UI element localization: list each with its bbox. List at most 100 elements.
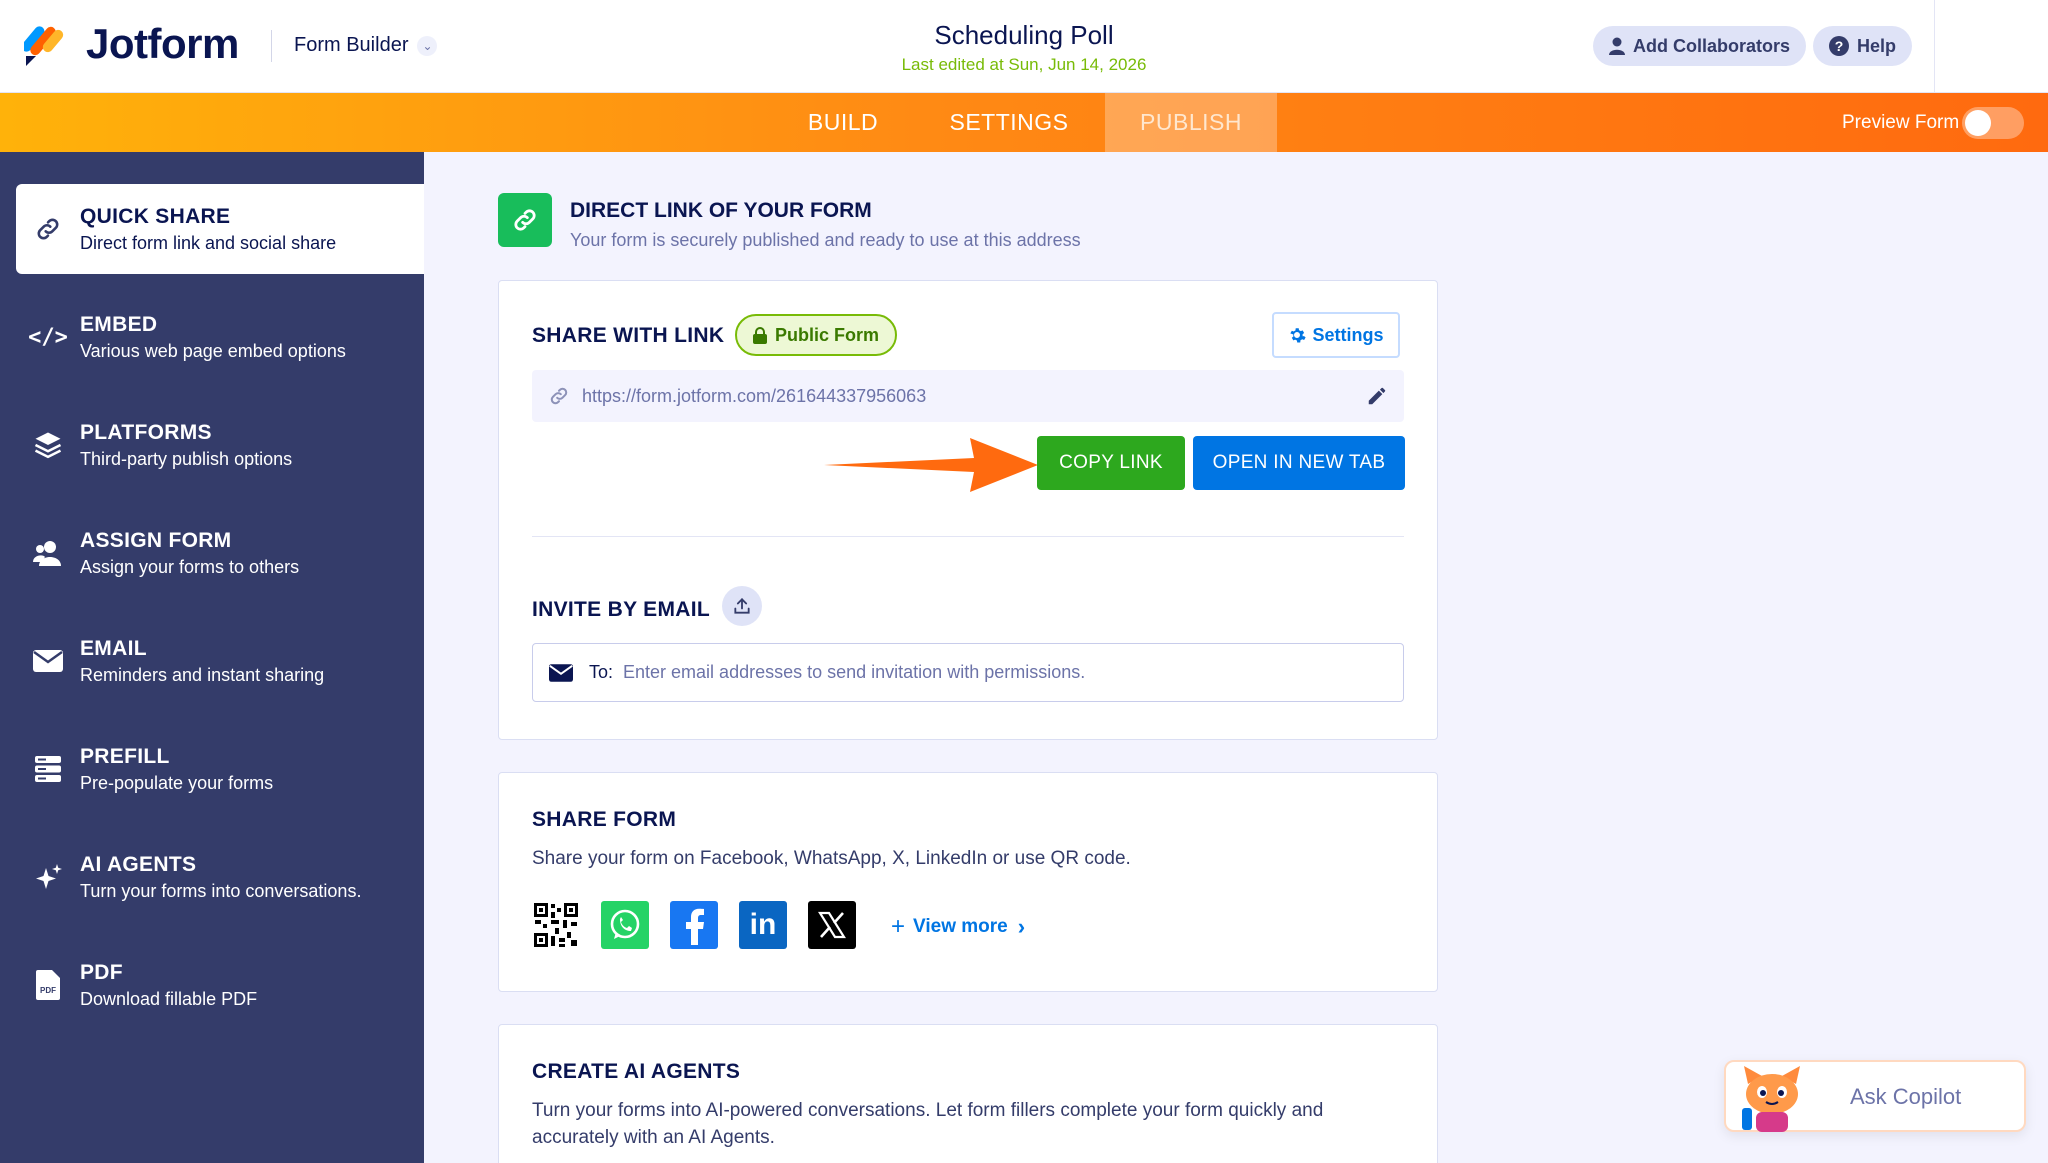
help-button[interactable]: ? Help xyxy=(1813,26,1913,66)
form-builder-label: Form Builder xyxy=(294,34,409,56)
sidebar-item-title: EMAIL xyxy=(80,636,147,660)
invite-by-email-title: INVITE BY EMAIL xyxy=(532,598,710,621)
sidebar-item-email[interactable]: EMAIL Reminders and instant sharing xyxy=(16,616,424,706)
sidebar-item-sub: Various web page embed options xyxy=(80,340,346,361)
sidebar-item-sub: Third-party publish options xyxy=(80,448,293,469)
link-icon xyxy=(498,193,552,247)
logo-text: Jotform xyxy=(86,20,239,67)
sidebar-item-sub: Pre-populate your forms xyxy=(80,772,274,793)
card-divider xyxy=(532,536,1404,537)
sidebar-item-quick-share[interactable]: QUICK SHARE Direct form link and social s… xyxy=(16,184,424,274)
invite-email-input[interactable]: To: Enter email addresses to send invita… xyxy=(532,643,1404,702)
svg-text:PDF: PDF xyxy=(40,986,56,995)
toggle-knob xyxy=(1965,110,1991,136)
sidebar-item-sub: Direct form link and social share xyxy=(80,232,337,253)
form-url-text: https://form.jotform.com/261644337956063 xyxy=(582,385,927,406)
share-link-card: SHARE WITH LINK Public Form Settings htt… xyxy=(498,280,1438,740)
plus-icon: + xyxy=(891,913,906,940)
add-collaborators-label: Add Collaborators xyxy=(1633,35,1791,56)
lock-icon xyxy=(753,326,767,344)
public-form-label: Public Form xyxy=(775,324,880,345)
publish-sidebar: QUICK SHARE Direct form link and social s… xyxy=(0,152,424,1163)
share-with-link-title: SHARE WITH LINK xyxy=(532,324,725,347)
sidebar-item-platforms[interactable]: PLATFORMS Third-party publish options xyxy=(16,400,424,490)
chevron-right-icon: › xyxy=(1017,914,1026,939)
top-header: Jotform Form Builder ⌄ Scheduling Poll L… xyxy=(0,0,2048,93)
tab-publish[interactable]: PUBLISH xyxy=(1105,93,1277,152)
direct-link-header: DIRECT LINK OF YOUR FORM Your form is se… xyxy=(498,193,1081,251)
user-icon xyxy=(1609,37,1625,55)
pdf-icon: PDF xyxy=(16,970,80,1000)
sidebar-item-ai-agents[interactable]: AI AGENTS Turn your forms into conversati… xyxy=(16,832,424,922)
arrow-pointer-icon xyxy=(824,438,1038,492)
tab-build-label: BUILD xyxy=(807,109,879,135)
tab-settings[interactable]: SETTINGS xyxy=(928,93,1090,152)
public-form-badge[interactable]: Public Form xyxy=(735,314,898,356)
users-icon xyxy=(16,540,80,566)
sidebar-item-sub: Download fillable PDF xyxy=(80,988,258,1009)
sidebar-item-title: PREFILL xyxy=(80,744,170,768)
view-more-link[interactable]: + View more › xyxy=(891,913,1025,941)
email-placeholder: Enter email addresses to send invitation… xyxy=(623,662,1086,682)
share-form-card: SHARE FORM Share your form on Facebook, … xyxy=(498,772,1438,992)
last-edited: Last edited at Sun, Jun 14, 2026 xyxy=(901,55,1147,74)
copilot-avatar-icon xyxy=(1742,1066,1800,1132)
sidebar-item-title: EMBED xyxy=(80,312,158,336)
qr-code-icon[interactable] xyxy=(532,901,580,949)
tab-build[interactable]: BUILD xyxy=(778,93,908,152)
preview-form-label: Preview Form xyxy=(1842,112,1960,133)
whatsapp-icon[interactable] xyxy=(601,901,649,949)
open-in-new-tab-button[interactable]: OPEN IN NEW TAB xyxy=(1193,436,1405,490)
code-icon: </> xyxy=(28,324,68,350)
sidebar-item-prefill[interactable]: PREFILL Pre-populate your forms xyxy=(16,724,424,814)
header-separator xyxy=(1934,0,1935,93)
help-icon: ? xyxy=(1829,36,1849,56)
copy-link-button[interactable]: COPY LINK xyxy=(1037,436,1185,490)
layers-icon xyxy=(16,430,80,460)
form-title-block: Scheduling Poll Last edited at Sun, Jun … xyxy=(824,20,1224,75)
share-form-desc: Share your form on Facebook, WhatsApp, X… xyxy=(532,848,1131,869)
sidebar-item-title: PDF xyxy=(80,960,123,984)
sidebar-item-title: ASSIGN FORM xyxy=(80,528,232,552)
create-ai-agents-card: CREATE AI AGENTS Turn your forms into AI… xyxy=(498,1024,1438,1163)
gear-icon xyxy=(1290,328,1307,343)
ask-copilot-label: Ask Copilot xyxy=(1850,1084,1962,1109)
facebook-icon[interactable] xyxy=(670,901,718,949)
envelope-icon xyxy=(16,650,80,672)
link-settings-button[interactable]: Settings xyxy=(1272,312,1400,358)
sidebar-item-pdf[interactable]: PDF PDF Download fillable PDF xyxy=(16,940,424,1030)
upload-icon[interactable] xyxy=(722,586,762,626)
create-ai-agents-title: CREATE AI AGENTS xyxy=(532,1060,741,1083)
pencil-icon[interactable] xyxy=(1366,385,1388,407)
svg-text:?: ? xyxy=(1835,38,1844,54)
sidebar-item-title: AI AGENTS xyxy=(80,852,197,876)
sidebar-item-title: QUICK SHARE xyxy=(80,204,231,228)
x-icon[interactable] xyxy=(808,901,856,949)
sparkle-icon xyxy=(16,862,80,892)
database-icon xyxy=(16,755,80,783)
ask-copilot-button[interactable]: Ask Copilot xyxy=(1724,1060,2026,1132)
form-builder-dropdown[interactable]: Form Builder ⌄ xyxy=(294,34,438,57)
sidebar-item-assign-form[interactable]: ASSIGN FORM Assign your forms to others xyxy=(16,508,424,598)
tab-publish-label: PUBLISH xyxy=(1140,109,1242,135)
jotform-logo[interactable]: Jotform xyxy=(24,20,239,68)
link-icon xyxy=(548,385,570,407)
direct-link-title: DIRECT LINK OF YOUR FORM xyxy=(570,199,872,222)
sidebar-item-sub: Assign your forms to others xyxy=(80,556,300,577)
envelope-icon xyxy=(549,663,573,682)
form-url-field[interactable]: https://form.jotform.com/261644337956063 xyxy=(532,370,1404,422)
header-divider xyxy=(271,30,272,62)
tab-settings-label: SETTINGS xyxy=(949,109,1069,135)
linkedin-icon[interactable]: in xyxy=(739,901,787,949)
settings-label: Settings xyxy=(1312,324,1384,345)
form-title[interactable]: Scheduling Poll xyxy=(824,20,1224,51)
chevron-down-icon: ⌄ xyxy=(417,35,438,56)
preview-form-toggle[interactable] xyxy=(1962,107,2024,139)
direct-link-subtitle: Your form is securely published and read… xyxy=(570,230,1081,250)
sidebar-item-embed[interactable]: </> EMBED Various web page embed options xyxy=(16,292,424,382)
help-label: Help xyxy=(1857,35,1897,56)
email-to-label: To: xyxy=(589,662,614,682)
view-more-label: View more xyxy=(913,916,1008,937)
share-form-title: SHARE FORM xyxy=(532,808,677,831)
add-collaborators-button[interactable]: Add Collaborators xyxy=(1593,26,1807,66)
